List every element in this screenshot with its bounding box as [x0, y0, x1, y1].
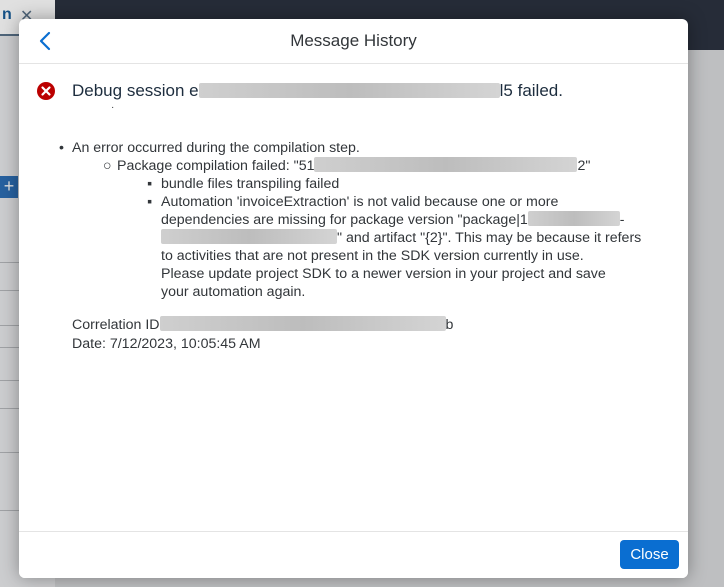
error-circle-icon — [37, 82, 55, 100]
redacted-text — [198, 83, 500, 98]
message-history-dialog: Message History Debug session e l5 failed… — [19, 19, 688, 578]
detail-level2-prefix: Package compilation failed: "51 — [117, 158, 315, 174]
detail-bullet: ▪ — [147, 194, 153, 210]
dialog-footer: Close — [19, 531, 688, 578]
detail-level3-item2-line2: dependencies are missing for package ver… — [161, 211, 625, 229]
dialog-body: Debug session e l5 failed. · • An error o… — [19, 64, 688, 531]
detail-level3-item1: bundle files transpiling failed — [161, 176, 340, 192]
message-title-suffix: l5 failed. — [499, 81, 563, 100]
small-mark: · — [111, 102, 115, 113]
message-title-prefix: Debug session e — [72, 81, 199, 100]
detail-level3-item2-line5: Please update project SDK to a newer ver… — [161, 266, 606, 282]
redacted-text — [314, 157, 578, 172]
detail-text: " and artifact "{2}". This may be becaus… — [337, 230, 642, 246]
redacted-text — [527, 211, 620, 226]
detail-level3-item2-line4: to activities that are not present in th… — [161, 248, 584, 264]
detail-level1: An error occurred during the compilation… — [72, 140, 360, 156]
detail-level2-suffix: 2" — [577, 158, 591, 174]
dialog-title: Message History — [290, 31, 417, 50]
close-button[interactable]: Close — [620, 540, 679, 569]
detail-bullet: ○ — [103, 158, 112, 174]
message-date: Date: 7/12/2023, 10:05:45 AM — [72, 336, 261, 352]
detail-level2: Package compilation failed: "51 2" — [117, 157, 590, 175]
message-title: Debug session e l5 failed. — [72, 81, 563, 101]
dialog-header: Message History — [19, 19, 688, 64]
correlation-id: Correlation ID b — [72, 316, 453, 334]
detail-bullet: • — [59, 140, 64, 156]
detail-level3-item2-line6: your automation again. — [161, 284, 306, 300]
detail-level3-item2-line3: " and artifact "{2}". This may be becaus… — [161, 229, 641, 247]
correlation-suffix: b — [445, 317, 454, 333]
correlation-label: Correlation ID — [72, 317, 160, 333]
redacted-text — [159, 316, 446, 331]
detail-text: dependencies are missing for package ver… — [161, 212, 528, 228]
detail-level3-item2-line1: Automation 'invoiceExtraction' is not va… — [161, 194, 559, 210]
detail-bullet: ▪ — [147, 176, 153, 192]
redacted-text — [161, 229, 337, 244]
detail-text: - — [619, 212, 625, 228]
